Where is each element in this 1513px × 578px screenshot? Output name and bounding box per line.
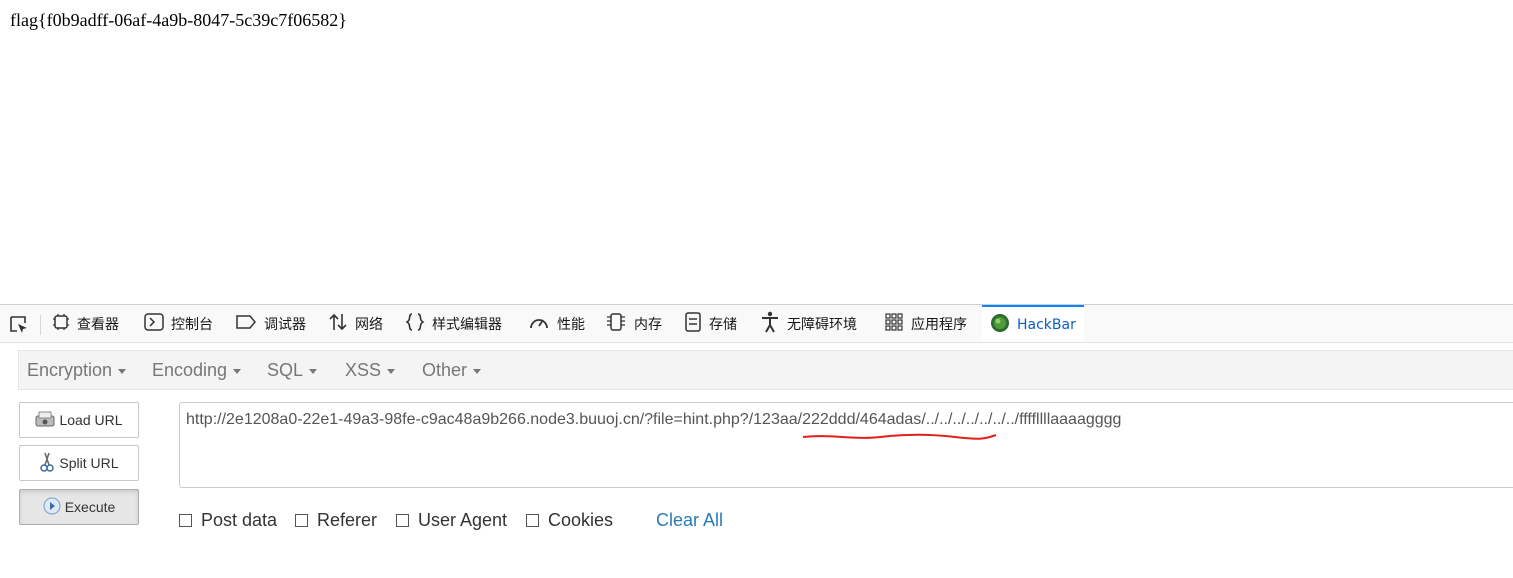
tab-label: 无障碍环境 [787, 316, 857, 333]
devtools-panel: 查看器 控制台 调试器 网络 样式编辑器 性能 内存 存储 无障碍环境 应用程序… [0, 304, 1513, 578]
chevron-down-icon [118, 368, 127, 374]
performance-icon [528, 312, 550, 336]
tab-inspector[interactable]: 查看器 [52, 305, 119, 342]
scissors-icon [39, 451, 55, 476]
clear-all-link[interactable]: Clear All [656, 510, 723, 531]
tab-label: 控制台 [171, 316, 213, 333]
button-label: Load URL [59, 412, 123, 428]
chevron-down-icon [387, 368, 396, 374]
menu-label: Other [422, 359, 468, 380]
cookies-option[interactable]: Cookies [526, 510, 613, 531]
user-agent-checkbox[interactable] [396, 514, 409, 527]
style-editor-icon [405, 312, 425, 336]
hackbar-icon [990, 313, 1010, 337]
load-url-icon [35, 411, 55, 430]
button-label: Split URL [59, 455, 119, 471]
storage-icon [684, 311, 702, 336]
url-highlighted-path: 123aa/222ddd/464adas [753, 411, 922, 428]
load-url-button[interactable]: Load URL [19, 402, 139, 438]
tab-performance[interactable]: 性能 [528, 305, 585, 342]
tab-hackbar[interactable]: HackBar [982, 305, 1084, 342]
red-underline-annotation [802, 433, 997, 440]
tab-label: 样式编辑器 [432, 316, 502, 333]
chevron-down-icon [233, 368, 242, 374]
chevron-down-icon [473, 368, 482, 374]
tab-accessibility[interactable]: 无障碍环境 [760, 305, 857, 342]
menu-label: XSS [345, 359, 382, 380]
menu-label: Encoding [152, 359, 228, 380]
application-icon [884, 312, 904, 336]
network-icon [328, 312, 348, 336]
url-textarea[interactable]: http://2e1208a0-22e1-49a3-98fe-c9ac48a9b… [179, 402, 1513, 488]
menu-sql[interactable]: SQL [267, 351, 318, 389]
post-data-checkbox[interactable] [179, 514, 192, 527]
tab-console[interactable]: 控制台 [144, 305, 213, 342]
console-icon [144, 312, 164, 335]
tab-label: 应用程序 [911, 316, 967, 333]
tab-memory[interactable]: 内存 [605, 305, 662, 342]
tab-style-editor[interactable]: 样式编辑器 [405, 305, 502, 342]
menu-xss[interactable]: XSS [345, 351, 396, 389]
user-agent-option[interactable]: User Agent [396, 510, 507, 531]
tab-label: 网络 [355, 316, 383, 333]
referer-checkbox[interactable] [295, 514, 308, 527]
debugger-icon [235, 314, 257, 334]
devtools-toolbar: 查看器 控制台 调试器 网络 样式编辑器 性能 内存 存储 无障碍环境 应用程序… [0, 305, 1513, 343]
option-label: Referer [317, 510, 378, 530]
tab-label: 存储 [709, 316, 737, 333]
menu-label: Encryption [27, 359, 113, 380]
page-content: flag{f0b9adff-06af-4a9b-8047-5c39c7f0658… [0, 0, 1513, 304]
tab-debugger[interactable]: 调试器 [235, 305, 306, 342]
tab-network[interactable]: 网络 [328, 305, 383, 342]
split-url-button[interactable]: Split URL [19, 445, 139, 481]
toolbar-separator [40, 315, 41, 335]
tab-storage[interactable]: 存储 [684, 305, 737, 342]
hackbar-menubar: Encryption Encoding SQL XSS Other [18, 350, 1513, 390]
option-label: Cookies [548, 510, 614, 530]
inspector-icon [52, 313, 70, 335]
play-icon [43, 497, 61, 518]
option-label: User Agent [418, 510, 508, 530]
tab-application[interactable]: 应用程序 [884, 305, 967, 342]
url-suffix: /../../../../../../../ffffllllaaaagggg [921, 411, 1122, 428]
post-data-option[interactable]: Post data [179, 510, 277, 531]
chevron-down-icon [309, 368, 318, 374]
button-label: Execute [64, 499, 116, 515]
flag-text: flag{f0b9adff-06af-4a9b-8047-5c39c7f0658… [10, 10, 347, 30]
option-label: Post data [201, 510, 278, 530]
tab-label: 调试器 [264, 316, 306, 333]
referer-option[interactable]: Referer [295, 510, 377, 531]
menu-encoding[interactable]: Encoding [152, 351, 242, 389]
tab-label: 性能 [557, 316, 585, 333]
element-picker-icon[interactable] [8, 314, 30, 336]
accessibility-icon [760, 311, 780, 337]
tab-label: 查看器 [77, 316, 119, 333]
memory-icon [605, 312, 627, 336]
tab-label: HackBar [1017, 316, 1076, 333]
menu-other[interactable]: Other [422, 351, 482, 389]
tab-label: 内存 [634, 316, 662, 333]
execute-button[interactable]: Execute [19, 489, 139, 525]
menu-encryption[interactable]: Encryption [27, 351, 127, 389]
url-prefix: http://2e1208a0-22e1-49a3-98fe-c9ac48a9b… [186, 411, 754, 428]
cookies-checkbox[interactable] [526, 514, 539, 527]
menu-label: SQL [267, 359, 304, 380]
